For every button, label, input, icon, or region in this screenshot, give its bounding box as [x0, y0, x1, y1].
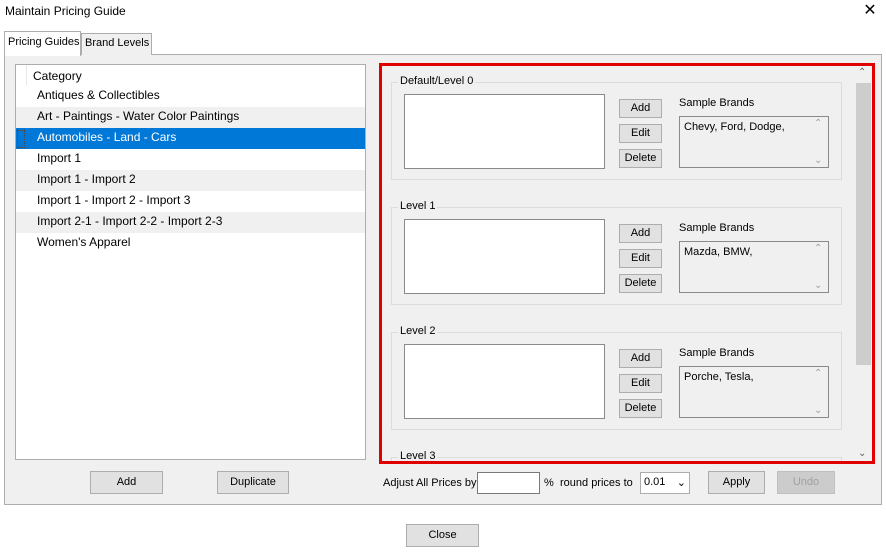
apply-button[interactable]: Apply — [708, 471, 765, 494]
sample-brands-box[interactable]: Porche, Tesla, ⌃ ⌄ — [679, 366, 829, 418]
chevron-down-icon[interactable]: ⌄ — [814, 280, 822, 291]
add-button[interactable]: Add — [619, 224, 662, 243]
level-list[interactable] — [404, 344, 605, 419]
add-category-button[interactable]: Add — [90, 471, 163, 494]
level-group-2: Level 2 Add Edit Delete Sample Brands Po… — [391, 325, 842, 430]
close-icon[interactable]: ✕ — [860, 1, 880, 21]
header-divider — [26, 65, 27, 85]
chevron-up-icon[interactable]: ⌃ — [858, 67, 866, 78]
level-label: Level 2 — [398, 325, 438, 337]
list-item[interactable]: Art - Paintings - Water Color Paintings — [16, 107, 365, 128]
sample-brands-text: Mazda, BMW, — [684, 246, 753, 258]
adjust-prices-label: Adjust All Prices by — [383, 477, 477, 489]
chevron-down-icon[interactable]: ⌄ — [814, 405, 822, 416]
edit-button[interactable]: Edit — [619, 249, 662, 268]
add-button[interactable]: Add — [619, 349, 662, 368]
round-prices-label: round prices to — [560, 477, 633, 489]
sample-brands-label: Sample Brands — [679, 347, 755, 359]
undo-button[interactable]: Undo — [777, 471, 835, 494]
level-list[interactable] — [404, 219, 605, 294]
level-list[interactable] — [404, 94, 605, 169]
list-item[interactable]: Import 2-1 - Import 2-2 - Import 2-3 — [16, 212, 365, 233]
delete-button[interactable]: Delete — [619, 399, 662, 418]
edit-button[interactable]: Edit — [619, 124, 662, 143]
close-button[interactable]: Close — [406, 524, 479, 547]
round-prices-value: 0.01 — [644, 476, 666, 488]
edit-button[interactable]: Edit — [619, 374, 662, 393]
levels-scrollbar[interactable]: ⌃ ⌄ — [855, 66, 872, 461]
percent-sign: % — [544, 477, 554, 489]
sample-scrollbar[interactable]: ⌃ ⌄ — [811, 117, 828, 167]
sample-brands-label: Sample Brands — [679, 97, 755, 109]
add-button[interactable]: Add — [619, 99, 662, 118]
list-item[interactable]: Women's Apparel — [16, 233, 365, 254]
level-group-3: Level 3 — [391, 450, 842, 461]
chevron-up-icon[interactable]: ⌃ — [814, 118, 822, 129]
list-item[interactable]: Antiques & Collectibles — [16, 86, 365, 107]
list-item-label: Automobiles - Land - Cars — [37, 130, 177, 144]
sample-brands-label: Sample Brands — [679, 222, 755, 234]
category-list[interactable]: Category Antiques & Collectibles Art - P… — [15, 64, 366, 460]
window-title: Maintain Pricing Guide — [5, 4, 126, 18]
level-label: Default/Level 0 — [398, 75, 476, 87]
tab-brand-levels[interactable]: Brand Levels — [81, 33, 152, 55]
chevron-up-icon[interactable]: ⌃ — [814, 243, 822, 254]
chevron-down-icon[interactable]: ⌄ — [858, 448, 866, 459]
category-header[interactable]: Category — [16, 65, 365, 86]
scrollbar-thumb[interactable] — [856, 83, 871, 365]
title-bar: Maintain Pricing Guide ✕ — [0, 0, 886, 24]
round-prices-select[interactable]: 0.01 ⌄ — [640, 472, 690, 494]
list-item[interactable]: Import 1 - Import 2 — [16, 170, 365, 191]
tab-pricing-guides[interactable]: Pricing Guides — [4, 31, 81, 56]
sample-scrollbar[interactable]: ⌃ ⌄ — [811, 367, 828, 417]
sample-brands-text: Chevy, Ford, Dodge, — [684, 121, 785, 133]
category-header-label: Category — [33, 69, 82, 83]
levels-content: Default/Level 0 Add Edit Delete Sample B… — [382, 66, 852, 461]
sample-scrollbar[interactable]: ⌃ ⌄ — [811, 242, 828, 292]
level-label: Level 1 — [398, 200, 438, 212]
delete-button[interactable]: Delete — [619, 149, 662, 168]
chevron-down-icon[interactable]: ⌄ — [814, 155, 822, 166]
level-label: Level 3 — [398, 450, 438, 461]
delete-button[interactable]: Delete — [619, 274, 662, 293]
level-group-1: Level 1 Add Edit Delete Sample Brands Ma… — [391, 200, 842, 305]
list-item[interactable]: Import 1 — [16, 149, 365, 170]
level-group-0: Default/Level 0 Add Edit Delete Sample B… — [391, 75, 842, 180]
chevron-down-icon: ⌄ — [676, 477, 686, 489]
adjust-percent-input[interactable] — [477, 472, 540, 494]
sample-brands-box[interactable]: Chevy, Ford, Dodge, ⌃ ⌄ — [679, 116, 829, 168]
list-item[interactable]: Import 1 - Import 2 - Import 3 — [16, 191, 365, 212]
list-item-selected[interactable]: Automobiles - Land - Cars — [16, 128, 365, 149]
sample-brands-text: Porche, Tesla, — [684, 371, 754, 383]
focus-rectangle — [17, 130, 25, 148]
chevron-up-icon[interactable]: ⌃ — [814, 368, 822, 379]
levels-scroll-area[interactable]: Default/Level 0 Add Edit Delete Sample B… — [379, 63, 875, 464]
duplicate-button[interactable]: Duplicate — [217, 471, 289, 494]
sample-brands-box[interactable]: Mazda, BMW, ⌃ ⌄ — [679, 241, 829, 293]
